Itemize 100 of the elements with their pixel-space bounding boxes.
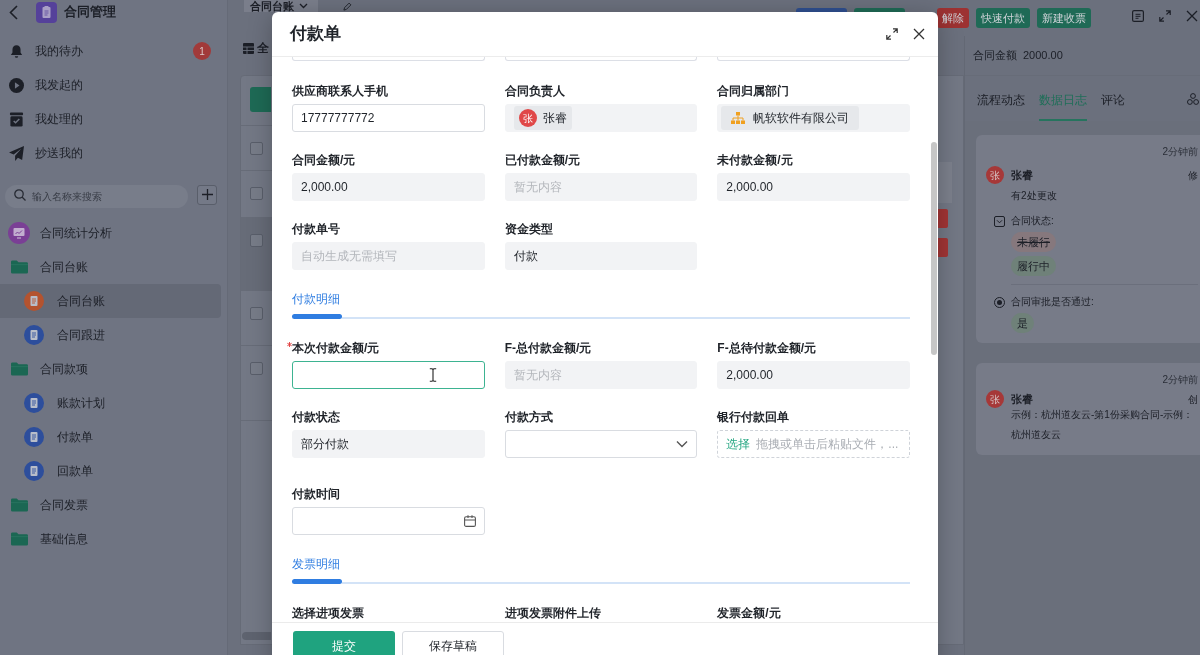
- nav-item[interactable]: 我处理的: [0, 102, 221, 136]
- scrollbar-thumb[interactable]: [931, 142, 937, 355]
- amount-value: 2000.00: [1023, 48, 1063, 64]
- date-field[interactable]: [292, 507, 485, 535]
- input-field[interactable]: [292, 361, 485, 389]
- log-time: 2分钟前: [1161, 145, 1198, 159]
- field-label: 选择进项发票: [292, 605, 364, 622]
- row-checkbox[interactable]: [250, 362, 263, 375]
- search-icon: [14, 189, 26, 201]
- field-label: F-总待付款金额/元: [717, 340, 816, 357]
- group-icon[interactable]: [1187, 92, 1199, 105]
- field-label: 合同归属部门: [717, 83, 790, 100]
- field-label: 银行付款回单: [717, 409, 790, 426]
- chevron-down-icon: [299, 3, 308, 9]
- tree-item[interactable]: 合同跟进: [0, 318, 221, 352]
- paper-plane-icon: [9, 145, 24, 161]
- folder-icon: [10, 362, 28, 376]
- document-icon[interactable]: [1132, 10, 1144, 22]
- tab[interactable]: 流程动态: [977, 91, 1025, 121]
- readonly-field: 2,000.00: [717, 173, 910, 201]
- view-tab[interactable]: 全: [228, 36, 271, 60]
- change-field: 合同审批是否通过:: [1011, 295, 1094, 309]
- log-action: 创: [1188, 392, 1198, 407]
- field-label: 本次付款金额/元: [292, 340, 380, 357]
- toolbar-button[interactable]: 快速付款: [976, 8, 1030, 28]
- field-label: 未付款金额/元: [717, 152, 793, 169]
- toolbar-button[interactable]: 解除: [937, 8, 969, 28]
- upload-field[interactable]: 选择 拖拽或单击后粘贴文件，...: [717, 430, 910, 458]
- close-icon[interactable]: [913, 28, 925, 40]
- tab[interactable]: 评论: [1101, 91, 1125, 121]
- header-cell: [938, 162, 952, 203]
- app-title: 合同管理: [64, 3, 116, 21]
- input-field[interactable]: 17777777772: [292, 104, 485, 132]
- submit-button[interactable]: 提交: [293, 631, 395, 655]
- section-title: 付款明细: [292, 291, 341, 308]
- new-value-tag: 履行中: [1011, 256, 1056, 276]
- inbox-check-icon: [9, 111, 24, 127]
- nav-item[interactable]: 我发起的: [0, 68, 221, 102]
- add-button[interactable]: [197, 184, 217, 205]
- back-icon[interactable]: [9, 4, 18, 20]
- org-chart-icon: [731, 112, 746, 124]
- field-label: F-总付款金额/元: [504, 340, 592, 357]
- field-label: 付款状态: [292, 409, 340, 426]
- search-field[interactable]: 输入名称来搜索: [5, 185, 188, 208]
- nav-item[interactable]: 我的待办 1: [0, 34, 221, 68]
- pencil-icon[interactable]: [343, 2, 352, 11]
- scrollbar-thumb[interactable]: [242, 632, 271, 640]
- tree-item[interactable]: 合同款项: [0, 352, 221, 386]
- tree-item[interactable]: 合同统计分析: [0, 216, 221, 250]
- log-text: 示例：杭州道友云-第1份采购合同-示例：杭州道友云: [1011, 408, 1195, 442]
- tree-item[interactable]: 合同台账: [0, 284, 221, 318]
- chevron-down-icon: [676, 440, 689, 448]
- nav-item[interactable]: 抄送我的: [0, 136, 221, 170]
- select-field[interactable]: [504, 430, 698, 458]
- save-draft-button[interactable]: 保存草稿: [402, 631, 504, 655]
- tree-item[interactable]: 基础信息: [0, 522, 221, 556]
- log-time: 2分钟前: [1161, 373, 1198, 387]
- plus-icon: [201, 189, 213, 200]
- expand-icon[interactable]: [886, 28, 898, 40]
- readonly-field: 2,000.00: [717, 361, 910, 389]
- field-label: 发票金额/元: [717, 605, 781, 622]
- upload-hint: 拖拽或单击后粘贴文件，...: [756, 436, 899, 453]
- folder-icon: [10, 498, 28, 512]
- radio-icon: [994, 296, 1005, 308]
- tree-item[interactable]: 账款计划: [0, 386, 221, 420]
- user-name: 张睿: [1011, 167, 1033, 183]
- old-value-tag: 未履行: [1011, 232, 1056, 252]
- field-label: 合同负责人: [504, 83, 565, 100]
- field-label: 付款方式: [504, 409, 553, 426]
- field-label: 合同金额/元: [292, 152, 356, 169]
- bell-icon: [9, 43, 24, 59]
- toolbar-button[interactable]: [854, 8, 905, 12]
- row-checkbox[interactable]: [250, 187, 263, 200]
- field-label: 供应商联系人手机: [292, 83, 388, 100]
- tree-item[interactable]: 合同发票: [0, 488, 221, 522]
- readonly-field: 自动生成无需填写: [292, 242, 485, 270]
- amount-label: 合同金额: [973, 48, 1017, 64]
- new-value-tag: 是: [1011, 313, 1034, 333]
- row-checkbox[interactable]: [250, 142, 263, 155]
- toolbar-button[interactable]: [796, 8, 847, 12]
- tree-item[interactable]: 付款单: [0, 420, 221, 454]
- chart-monitor-icon: [8, 222, 30, 244]
- row-checkbox[interactable]: [250, 307, 263, 320]
- readonly-field: 2,000.00: [292, 173, 485, 201]
- tree-item[interactable]: 回款单: [0, 454, 221, 488]
- dropdown-box-icon: [994, 215, 1005, 227]
- field-label: 付款时间: [292, 486, 340, 503]
- select-file-link[interactable]: 选择: [726, 435, 751, 453]
- page-tab[interactable]: 合同台账: [244, 0, 318, 12]
- row-checkbox[interactable]: [250, 234, 263, 247]
- change-field: 合同状态:: [1011, 214, 1054, 228]
- section-title: 发票明细: [292, 556, 341, 573]
- folder-icon: [10, 260, 28, 274]
- field-label: 已付款金额/元: [504, 152, 580, 169]
- field-label: 进项发票附件上传: [504, 605, 601, 622]
- toolbar-button[interactable]: 新建收票: [1037, 8, 1091, 28]
- tree-item[interactable]: 合同台账: [0, 250, 221, 284]
- readonly-field: 付款: [504, 242, 698, 270]
- badge: 1: [193, 42, 211, 60]
- toolbar-button[interactable]: [250, 87, 271, 112]
